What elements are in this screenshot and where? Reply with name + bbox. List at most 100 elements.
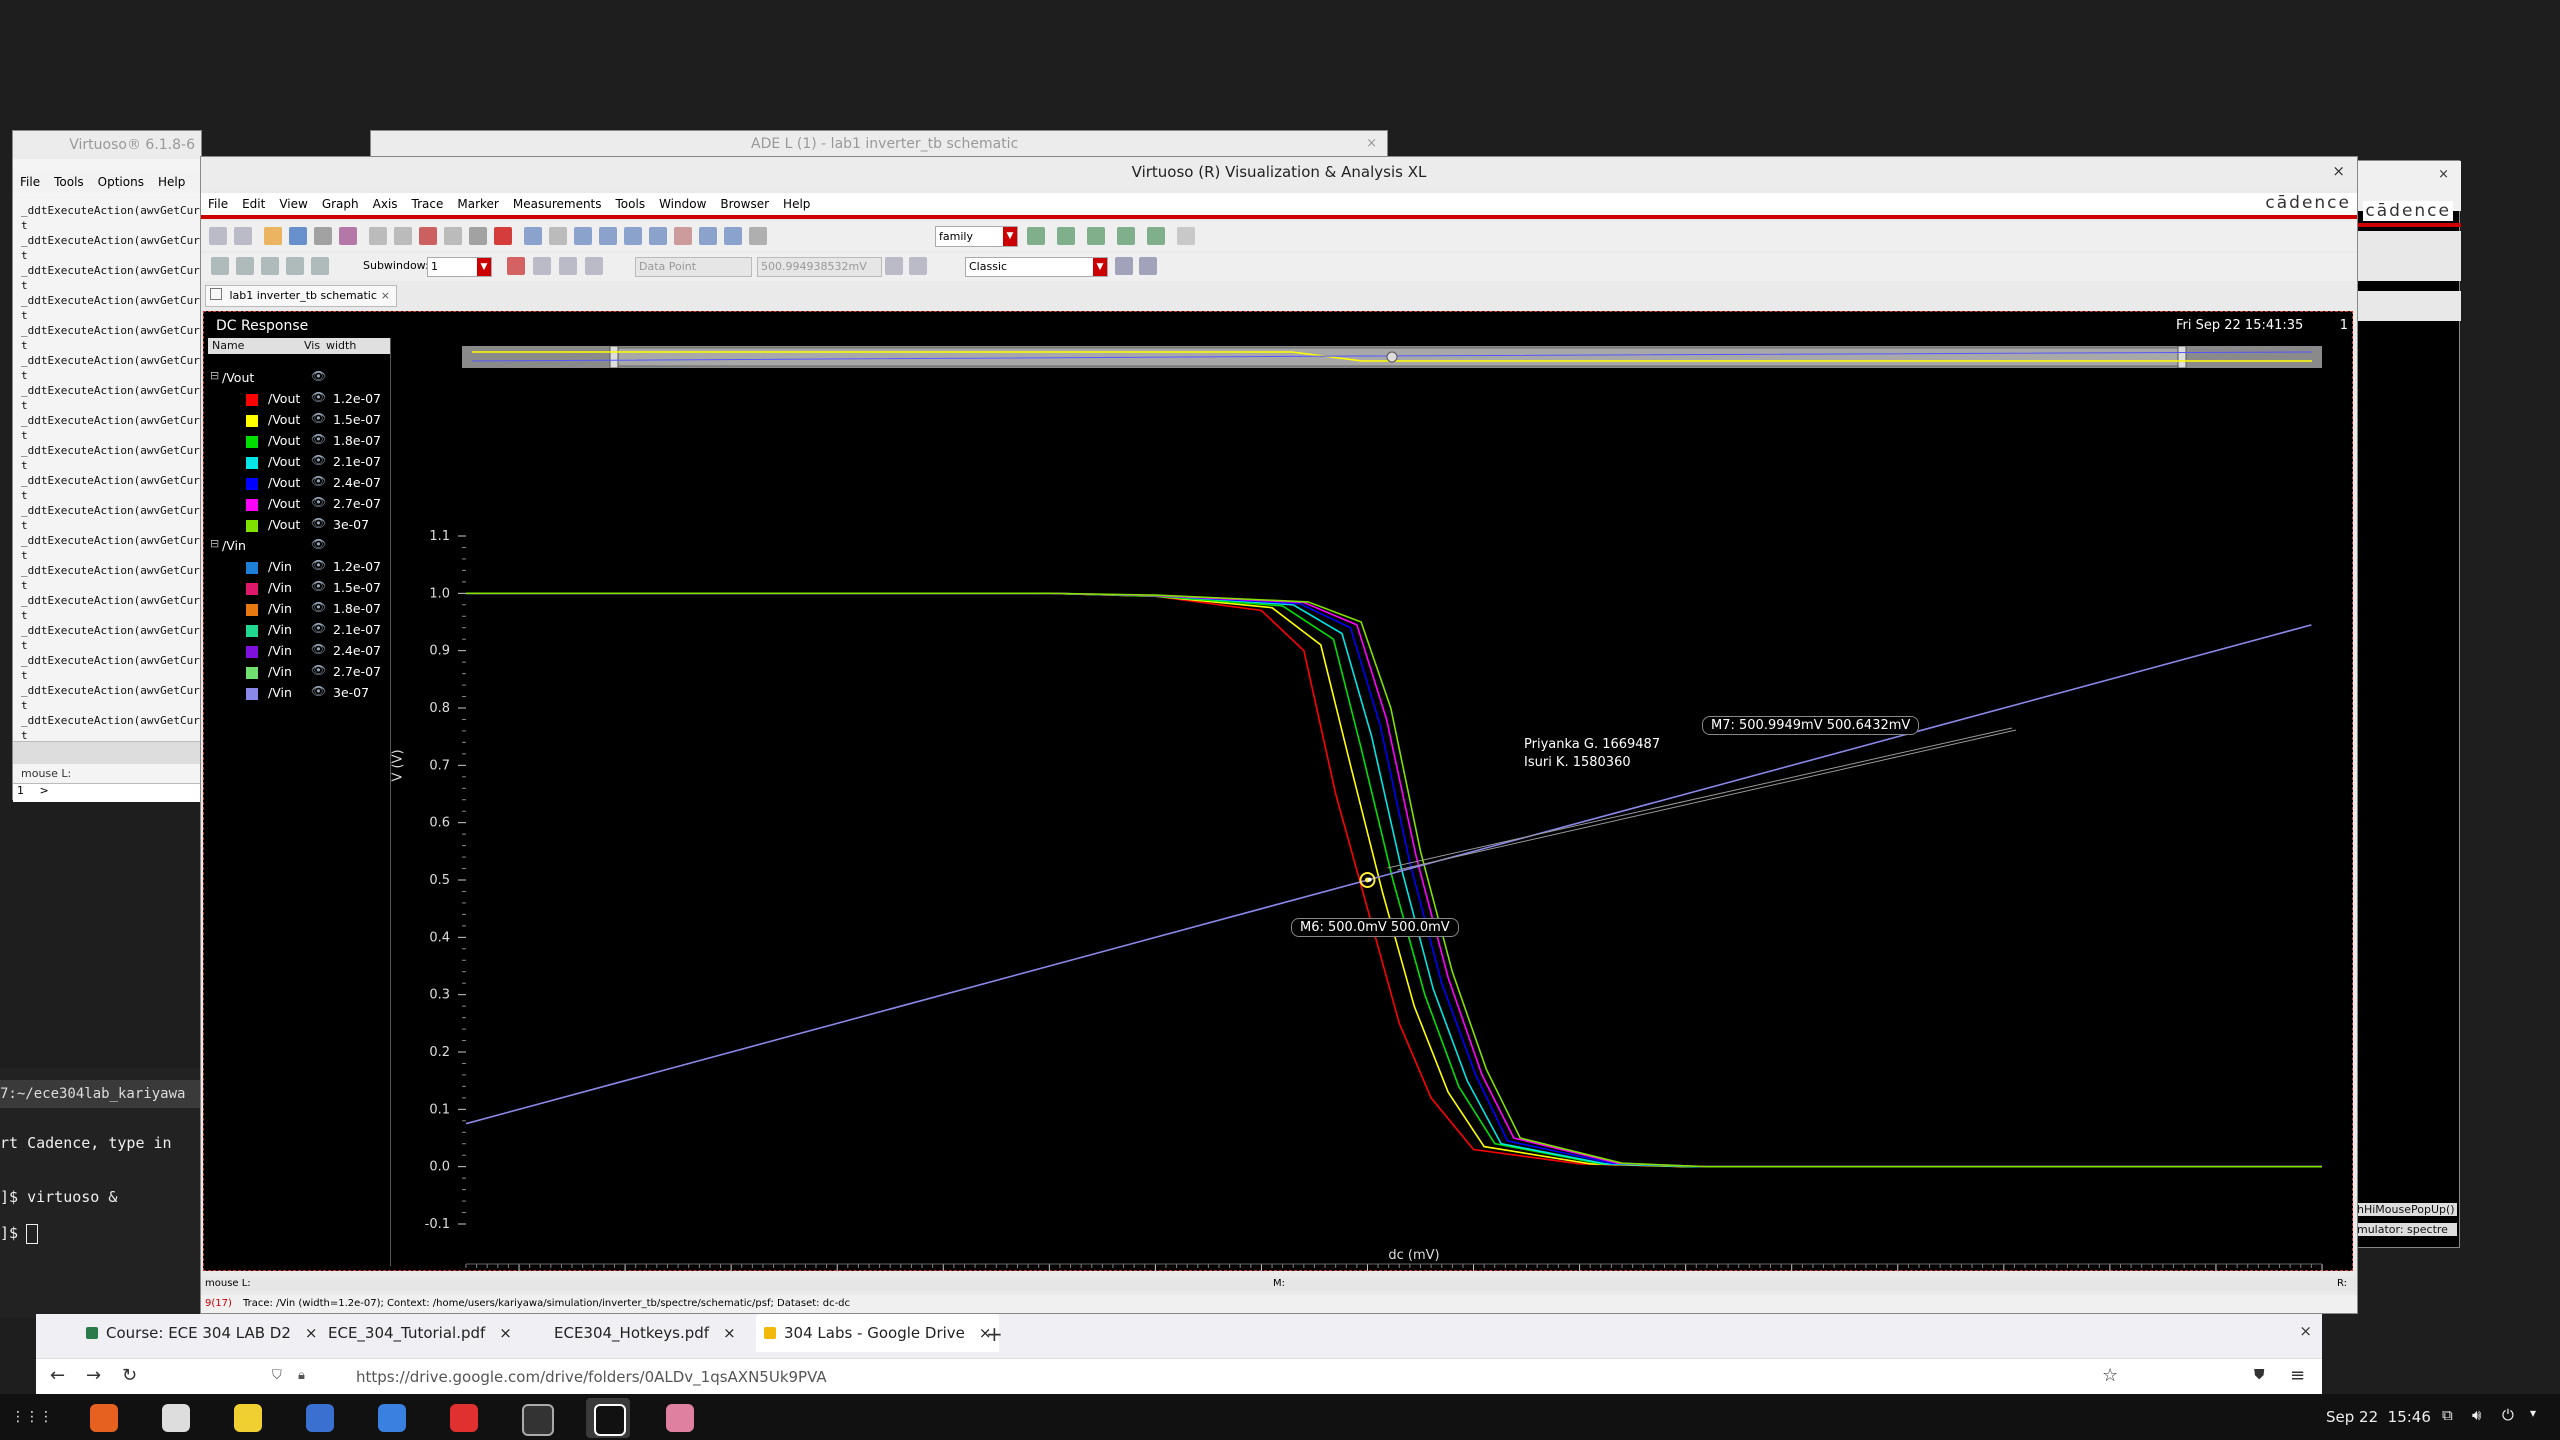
browser-tab[interactable]: ECE_304_Tutorial.pdf × <box>308 1314 512 1352</box>
card-mode-icon[interactable] <box>286 257 304 275</box>
browser-tab[interactable]: ECE304_Hotkeys.pdf × <box>534 1314 736 1352</box>
browser-tab[interactable]: Course: ECE 304 LAB D2 × <box>86 1314 317 1352</box>
prev-icon[interactable] <box>559 257 577 275</box>
chart-icon[interactable] <box>885 257 903 275</box>
cloud-icon[interactable] <box>154 1398 198 1438</box>
zoom-out-icon[interactable] <box>599 227 617 245</box>
style-select[interactable]: Classic ▼ <box>965 257 1108 277</box>
series-line-2[interactable] <box>466 592 2322 1168</box>
data-point-select[interactable]: Data Point <box>635 257 752 277</box>
new-tab-button[interactable]: + <box>986 1322 1003 1346</box>
menu-browser[interactable]: Browser <box>720 197 769 211</box>
right-close-icon[interactable]: × <box>2438 167 2449 182</box>
reload-icon[interactable]: ↻ <box>122 1365 137 1386</box>
layout-icon[interactable] <box>1115 257 1133 275</box>
ade-close-icon[interactable]: × <box>1366 136 1377 151</box>
terminal-icon[interactable] <box>514 1398 558 1438</box>
taskbar-datetime[interactable]: Sep 22 15:46 <box>2326 1408 2431 1426</box>
menu-tools[interactable]: Tools <box>616 197 646 211</box>
tab-close-icon[interactable]: × <box>499 1324 512 1342</box>
series-line-0[interactable] <box>466 592 2322 1168</box>
back-icon[interactable]: ← <box>50 1365 65 1386</box>
zoom-fit-icon[interactable] <box>649 227 667 245</box>
flag-icon[interactable] <box>507 257 525 275</box>
tab-close-icon[interactable]: × <box>723 1324 736 1342</box>
strip-mode-icon[interactable] <box>261 257 279 275</box>
undo-icon[interactable] <box>369 227 387 245</box>
marker-icon[interactable] <box>533 257 551 275</box>
lock-icon[interactable]: 🔒︎ <box>298 1368 305 1383</box>
power-icon[interactable]: ⏻ <box>2502 1406 2514 1424</box>
new-window-icon[interactable] <box>209 227 227 245</box>
terminal-cursor[interactable] <box>26 1224 38 1244</box>
files-icon[interactable] <box>298 1398 342 1438</box>
search-icon[interactable] <box>749 227 767 245</box>
menu-edit[interactable]: Edit <box>242 197 265 211</box>
marker-m7-label[interactable]: M7: 500.9949mV 500.6432mV <box>1702 716 1920 735</box>
menu-marker[interactable]: Marker <box>457 197 498 211</box>
zoom-y-icon[interactable] <box>724 227 742 245</box>
next-icon[interactable] <box>585 257 603 275</box>
browser-icon[interactable] <box>236 257 254 275</box>
zoom-x-icon[interactable] <box>699 227 717 245</box>
calculator-icon[interactable] <box>909 257 927 275</box>
new-subwindow-icon[interactable] <box>234 227 252 245</box>
split-icon[interactable] <box>311 257 329 275</box>
strip5-icon[interactable] <box>1147 227 1165 245</box>
menu-measurements[interactable]: Measurements <box>513 197 602 211</box>
forward-icon[interactable]: → <box>86 1365 101 1386</box>
ciw-menu-options[interactable]: Options <box>98 175 144 189</box>
reader-icon[interactable] <box>658 1398 702 1438</box>
strip4-icon[interactable] <box>1117 227 1135 245</box>
browser-close-icon[interactable]: × <box>2299 1322 2312 1340</box>
refresh-icon[interactable] <box>549 227 567 245</box>
series-line-3[interactable] <box>466 592 2322 1168</box>
redo-icon[interactable] <box>394 227 412 245</box>
url-text[interactable]: https://drive.google.com/drive/folders/0… <box>356 1368 827 1386</box>
apps-grid-icon[interactable]: ⋮⋮⋮ <box>10 1398 54 1438</box>
shield-icon[interactable]: ⛉ <box>272 1368 282 1383</box>
zoom-icon[interactable] <box>624 227 642 245</box>
series-line-1[interactable] <box>466 592 2322 1168</box>
menu-file[interactable]: File <box>208 197 228 211</box>
pan-icon[interactable] <box>674 227 692 245</box>
series-line-6[interactable] <box>466 592 2322 1168</box>
family-select[interactable]: family ▼ <box>935 226 1018 247</box>
bookmark-star-icon[interactable]: ☆ <box>2102 1365 2118 1386</box>
edit-icon[interactable] <box>211 257 229 275</box>
ciw-scrollbar[interactable] <box>13 741 203 764</box>
snapshot-icon[interactable] <box>339 227 357 245</box>
cadence-icon[interactable] <box>586 1398 630 1438</box>
open-icon[interactable] <box>264 227 282 245</box>
tab-lab1-inverter[interactable]: lab1 inverter_tb schematic × <box>205 285 397 307</box>
tab-close-icon[interactable]: × <box>381 286 390 306</box>
marker-m6-label[interactable]: M6: 500.0mV 500.0mV <box>1291 918 1459 937</box>
copy-icon[interactable] <box>444 227 462 245</box>
menu-window[interactable]: Window <box>659 197 706 211</box>
strip2-icon[interactable] <box>1057 227 1075 245</box>
pocket-icon[interactable]: ⛊ <box>2254 1367 2265 1383</box>
browser-tab[interactable]: 304 Labs - Google Drive × <box>756 1314 1000 1352</box>
app-icon[interactable] <box>226 1398 270 1438</box>
menu-graph[interactable]: Graph <box>322 197 359 211</box>
ciw-menu-file[interactable]: File <box>20 175 40 189</box>
ciw-menu-tools[interactable]: Tools <box>54 175 84 189</box>
network-icon[interactable]: ⧉ <box>2442 1406 2453 1424</box>
series-line-5[interactable] <box>466 592 2322 1168</box>
store-icon[interactable] <box>370 1398 414 1438</box>
subwindow-input[interactable]: 1 ▼ <box>427 257 492 277</box>
strip-icon[interactable] <box>1027 227 1045 245</box>
strip3-icon[interactable] <box>1087 227 1105 245</box>
save-icon[interactable] <box>289 227 307 245</box>
delete-icon[interactable] <box>494 227 512 245</box>
viva-close-icon[interactable]: × <box>2332 157 2345 185</box>
plot-area[interactable]: DC Response Fri Sep 22 15:41:35 1 Name V… <box>203 311 2353 1272</box>
chevron-down-icon[interactable]: ▾ <box>2530 1406 2536 1420</box>
paste-icon[interactable] <box>469 227 487 245</box>
menu-icon[interactable]: ≡ <box>2290 1365 2305 1386</box>
menu-trace[interactable]: Trace <box>412 197 444 211</box>
firefox-icon[interactable] <box>82 1398 126 1438</box>
fit-icon[interactable] <box>524 227 542 245</box>
menu-help[interactable]: Help <box>783 197 810 211</box>
volume-icon[interactable]: 🔊︎ <box>2472 1406 2481 1424</box>
